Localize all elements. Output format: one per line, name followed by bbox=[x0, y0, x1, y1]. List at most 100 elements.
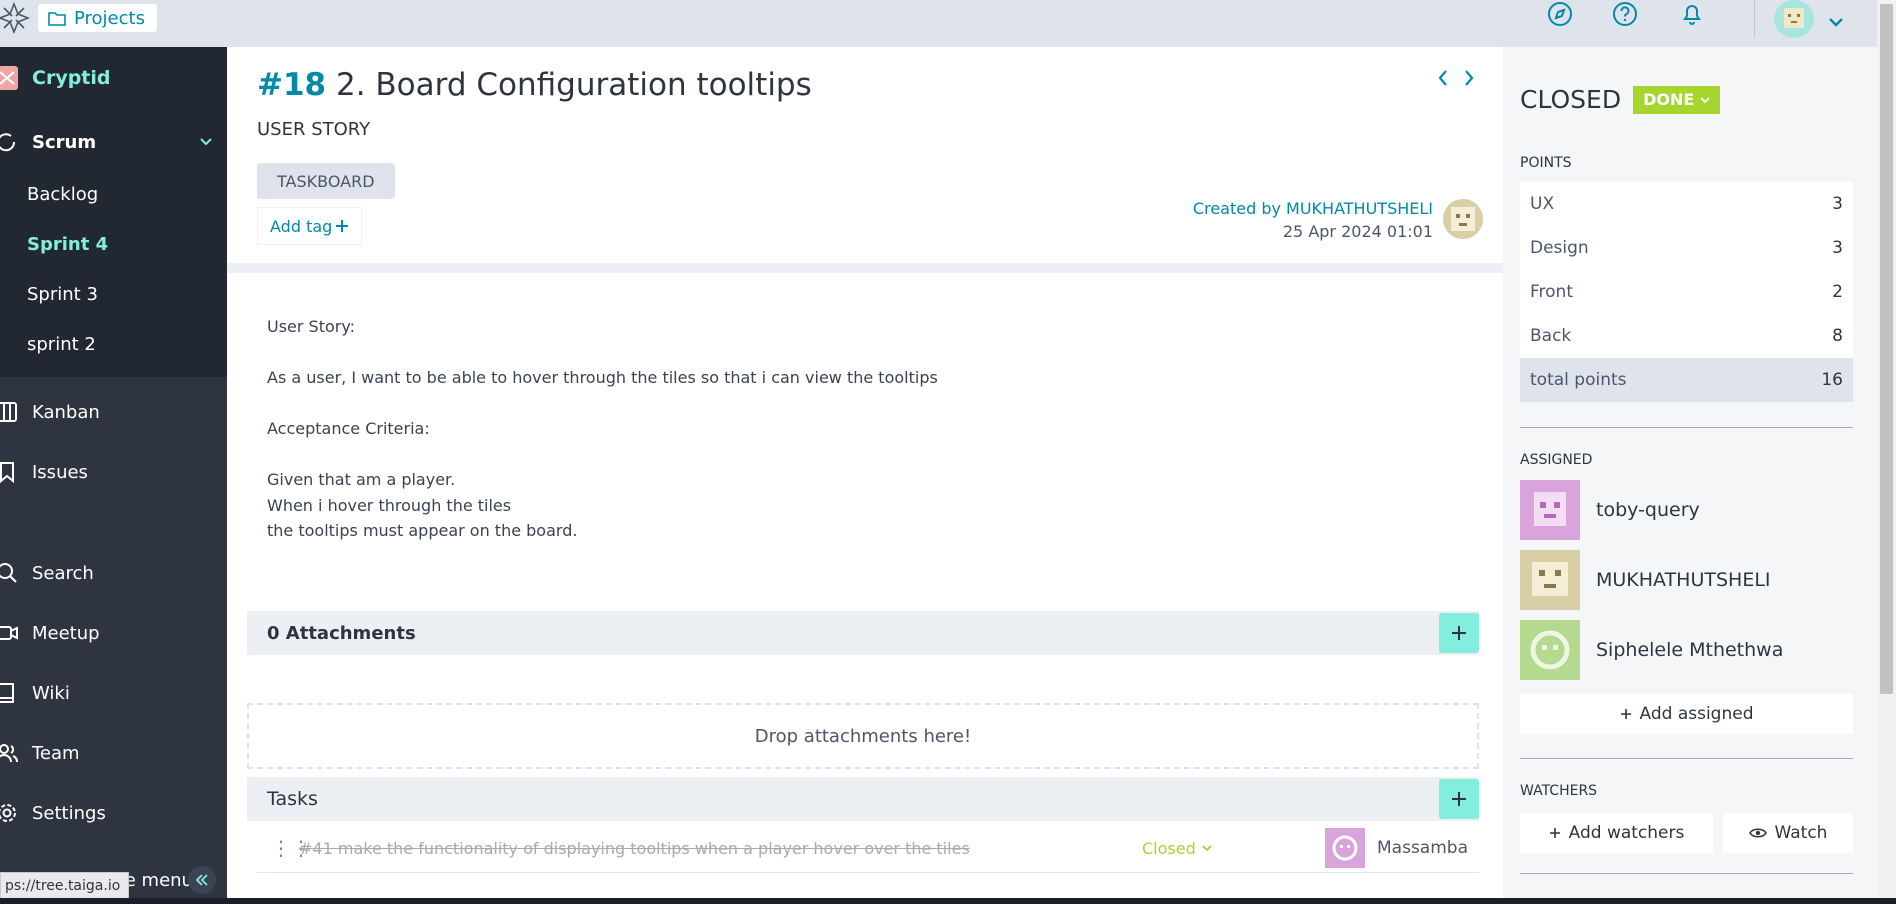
points-role: Design bbox=[1530, 238, 1589, 258]
sidebar-item-label: Settings bbox=[32, 802, 106, 824]
points-value: 8 bbox=[1832, 326, 1843, 346]
created-info: Created by MUKHATHUTSHELI 25 Apr 2024 01… bbox=[1193, 199, 1433, 241]
story-title[interactable]: 2. Board Configuration tooltips bbox=[336, 67, 812, 103]
tasks-title: Tasks bbox=[267, 788, 318, 810]
watchers-label: WATCHERS bbox=[1520, 783, 1598, 799]
assignee-item[interactable]: MUKHATHUTSHELI bbox=[1520, 550, 1853, 610]
sidebar-item-settings[interactable]: Settings bbox=[0, 798, 227, 828]
folder-icon bbox=[48, 12, 66, 26]
description-line bbox=[267, 340, 938, 366]
points-role: Back bbox=[1530, 326, 1572, 346]
add-task-button[interactable] bbox=[1439, 779, 1479, 819]
plus-icon bbox=[336, 220, 349, 232]
creator-avatar[interactable] bbox=[1443, 199, 1483, 239]
taiga-logo-icon[interactable] bbox=[0, 2, 30, 34]
sidebar-item-backlog[interactable]: Backlog bbox=[0, 179, 254, 209]
sidebar-item-label: Scrum bbox=[32, 131, 97, 153]
sidebar-item-label: Backlog bbox=[27, 183, 99, 205]
chevron-down-icon[interactable] bbox=[1822, 8, 1850, 36]
sidebar-item-sprint-3[interactable]: Sprint 3 bbox=[0, 279, 254, 309]
story-description[interactable]: User Story: As a user, I want to be able… bbox=[267, 314, 938, 544]
assignee-item[interactable]: Siphelele Mthethwa bbox=[1520, 620, 1853, 680]
double-chevron-left-icon bbox=[195, 874, 208, 886]
add-watchers-label: Add watchers bbox=[1568, 823, 1685, 843]
sidebar-item-scrum[interactable]: Scrum bbox=[0, 127, 227, 157]
help-icon[interactable] bbox=[1611, 0, 1639, 28]
tag-pill[interactable]: TASKBOARD bbox=[257, 163, 395, 199]
description-line bbox=[267, 391, 938, 417]
points-row-design[interactable]: Design 3 bbox=[1520, 226, 1853, 270]
created-date: 25 Apr 2024 01:01 bbox=[1282, 222, 1433, 241]
sidebar-item-wiki[interactable]: Wiki bbox=[0, 678, 227, 708]
sidebar-item-kanban[interactable]: Kanban bbox=[0, 397, 227, 427]
task-assignee[interactable]: Massamba bbox=[1325, 828, 1468, 868]
description-line: When i hover through the tiles bbox=[267, 495, 512, 515]
watch-button[interactable]: Watch bbox=[1723, 813, 1853, 853]
chevron-right-icon[interactable] bbox=[1463, 69, 1475, 87]
assignee-avatar bbox=[1520, 550, 1580, 610]
points-row-front[interactable]: Front 2 bbox=[1520, 270, 1853, 314]
page-scrollbar[interactable] bbox=[1877, 0, 1896, 904]
assignee-avatar bbox=[1520, 480, 1580, 540]
add-assigned-button[interactable]: Add assigned bbox=[1520, 694, 1853, 734]
story-type: USER STORY bbox=[257, 119, 371, 140]
projects-button[interactable]: Projects bbox=[38, 4, 157, 32]
bottom-strip bbox=[0, 898, 1896, 904]
attachments-header: 0 Attachments bbox=[247, 611, 1479, 655]
description-line: As a user, I want to be able to hover th… bbox=[267, 368, 938, 387]
assignee-name: toby-query bbox=[1596, 499, 1700, 521]
sidebar-item-label: Team bbox=[32, 742, 80, 764]
sidebar-item-label: Issues bbox=[32, 461, 88, 483]
description-line bbox=[267, 442, 938, 468]
search-icon bbox=[0, 563, 17, 583]
points-table: UX 3 Design 3 Front 2 Back 8 total point… bbox=[1520, 182, 1853, 402]
add-attachment-button[interactable] bbox=[1439, 613, 1479, 653]
assignee-item[interactable]: toby-query bbox=[1520, 480, 1853, 540]
points-label: POINTS bbox=[1520, 155, 1572, 171]
sidebar-item-sprint-2[interactable]: sprint 2 bbox=[0, 329, 254, 359]
add-tag-button[interactable]: Add tag bbox=[257, 207, 363, 245]
chevron-down-icon bbox=[1700, 96, 1710, 103]
sidebar-item-meetup[interactable]: Meetup bbox=[0, 618, 227, 648]
compass-icon[interactable] bbox=[1546, 0, 1574, 28]
task-row[interactable]: ⋮⋮ #41 make the functionality of display… bbox=[257, 824, 1479, 873]
story-navigation bbox=[1437, 69, 1475, 87]
user-avatar[interactable] bbox=[1774, 0, 1814, 38]
sidebar-item-label: Sprint 4 bbox=[27, 233, 109, 255]
plus-icon bbox=[1620, 709, 1631, 719]
sidebar-item-team[interactable]: Team bbox=[0, 738, 227, 768]
sidebar: Cryptid Scrum Backlog Sprint 4 Sprint 3 … bbox=[0, 47, 227, 904]
drag-handle-icon[interactable]: ⋮⋮ bbox=[271, 836, 311, 860]
sidebar-item-label: Search bbox=[32, 562, 94, 584]
sidebar-item-search[interactable]: Search bbox=[0, 558, 227, 588]
points-row-ux[interactable]: UX 3 bbox=[1520, 182, 1853, 226]
task-assignee-avatar bbox=[1325, 828, 1365, 868]
sidebar-item-sprint-4[interactable]: Sprint 4 bbox=[0, 229, 254, 259]
task-assignee-name: Massamba bbox=[1377, 838, 1468, 858]
status-closed: CLOSED bbox=[1520, 85, 1622, 114]
attachments-dropzone[interactable]: Drop attachments here! bbox=[247, 703, 1479, 769]
sidebar-item-label: sprint 2 bbox=[27, 333, 96, 355]
chevron-down-icon[interactable] bbox=[198, 135, 214, 149]
points-row-back[interactable]: Back 8 bbox=[1520, 314, 1853, 358]
sidebar-project[interactable]: Cryptid bbox=[0, 63, 227, 93]
task-status[interactable]: Closed bbox=[1142, 839, 1212, 858]
scrum-icon bbox=[0, 133, 16, 152]
chevron-left-icon[interactable] bbox=[1437, 69, 1449, 87]
task-name[interactable]: #41 make the functionality of displaying… bbox=[299, 839, 1119, 858]
add-watchers-button[interactable]: Add watchers bbox=[1520, 813, 1713, 853]
scrollbar-thumb[interactable] bbox=[1880, 4, 1893, 694]
points-value: 2 bbox=[1832, 282, 1843, 302]
status-dropdown[interactable]: DONE bbox=[1633, 85, 1721, 114]
project-logo-icon bbox=[0, 66, 18, 90]
plus-icon bbox=[1549, 828, 1560, 838]
panel-divider bbox=[1520, 427, 1853, 428]
task-status-label: Closed bbox=[1142, 838, 1196, 858]
bell-icon[interactable] bbox=[1678, 0, 1706, 28]
watch-label: Watch bbox=[1774, 823, 1828, 843]
chevron-down-icon bbox=[1202, 845, 1212, 852]
sidebar-item-issues[interactable]: Issues bbox=[0, 457, 227, 487]
created-by[interactable]: Created by MUKHATHUTSHELI bbox=[1193, 199, 1433, 218]
tasks-header: Tasks bbox=[247, 777, 1479, 821]
collapse-menu-button[interactable] bbox=[188, 866, 216, 894]
